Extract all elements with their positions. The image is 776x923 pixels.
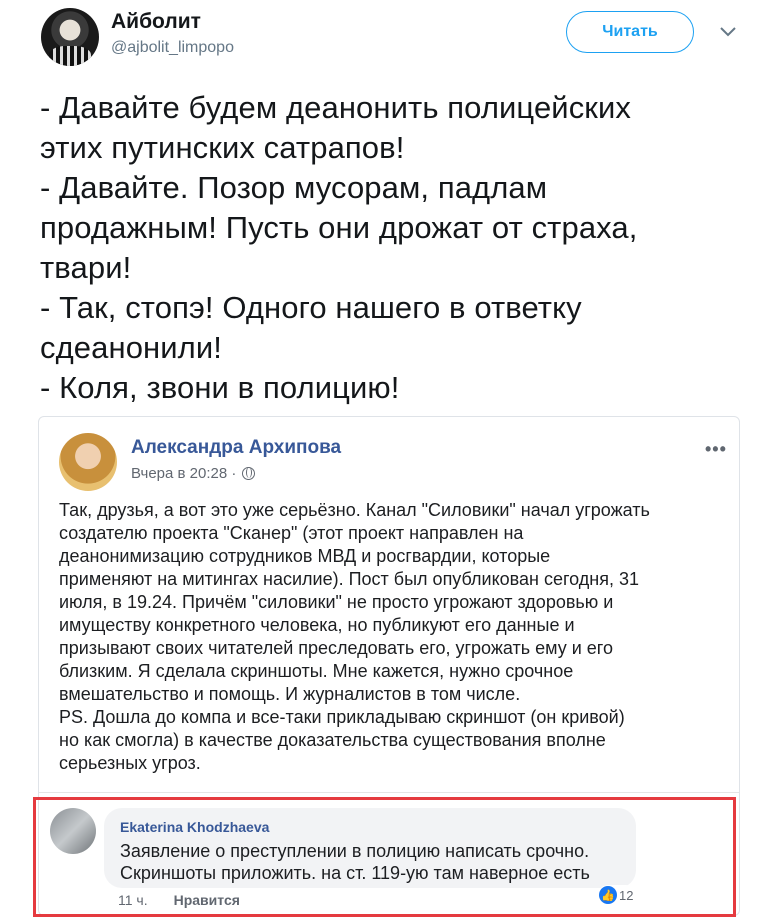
fb-author-name[interactable]: Александра Архипова: [131, 437, 341, 459]
more-options-icon[interactable]: •••: [705, 439, 727, 460]
highlight-frame: [33, 797, 736, 917]
author-handle[interactable]: @ajbolit_limpopo: [111, 39, 234, 57]
tweet-line: - Давайте будем деанонить полицейских: [40, 90, 631, 125]
tweet-line: - Коля, звони в полицию!: [40, 370, 400, 405]
chevron-down-icon[interactable]: [720, 27, 736, 37]
tweet-line: - Давайте. Позор мусорам, падлам: [40, 170, 548, 205]
fb-post-line: серьезных угроз.: [59, 753, 201, 773]
tweet-line: этих путинских сатрапов!: [40, 130, 405, 165]
fb-post-line: деанонимизацию сотрудников МВД и росгвар…: [59, 546, 551, 566]
fb-post-text: Так, друзья, а вот это уже серьёзно. Кан…: [59, 499, 729, 775]
divider: [39, 792, 739, 793]
fb-post-line: вмешательство и помощь. И журналистов в …: [59, 684, 521, 704]
fb-post-line: июля, в 19.24. Причём "силовики" не прос…: [59, 592, 614, 612]
fb-post-time: Вчера в 20:28 ·: [131, 465, 256, 482]
fb-post-line: близким. Я сделала скриншоты. Мне кажетс…: [59, 661, 574, 681]
follow-button[interactable]: Читать: [566, 11, 694, 53]
fb-post-line: создателю проекта "Сканер" (этот проект …: [59, 523, 524, 543]
fb-post-line: но как смогла) в качестве доказательства…: [59, 730, 606, 750]
fb-time-label[interactable]: Вчера в 20:28 ·: [131, 465, 236, 482]
fb-post-line: призывают своих читателей преследовать е…: [59, 638, 613, 658]
globe-icon: [242, 467, 256, 480]
tweet-text: - Давайте будем деанонить полицейских эт…: [40, 88, 740, 408]
tweet-header: Айболит @ajbolit_limpopo Читать: [0, 0, 776, 80]
fb-post-line: PS. Дошла до компа и все-таки прикладыва…: [59, 707, 625, 727]
tweet-line: сдеанонили!: [40, 330, 222, 365]
author-display-name[interactable]: Айболит: [111, 10, 201, 34]
tweet-line: продажным! Пусть они дрожат от страха,: [40, 210, 638, 245]
author-avatar[interactable]: [41, 8, 99, 66]
fb-post-line: применяют на митингах насилие). Пост был…: [59, 569, 639, 589]
fb-author-avatar[interactable]: [59, 433, 117, 491]
tweet-line: твари!: [40, 250, 132, 285]
fb-post-line: имуществу конкретного человека, но публи…: [59, 615, 575, 635]
fb-post-line: Так, друзья, а вот это уже серьёзно. Кан…: [59, 500, 650, 520]
tweet-line: - Так, стопэ! Одного нашего в ответку: [40, 290, 582, 325]
